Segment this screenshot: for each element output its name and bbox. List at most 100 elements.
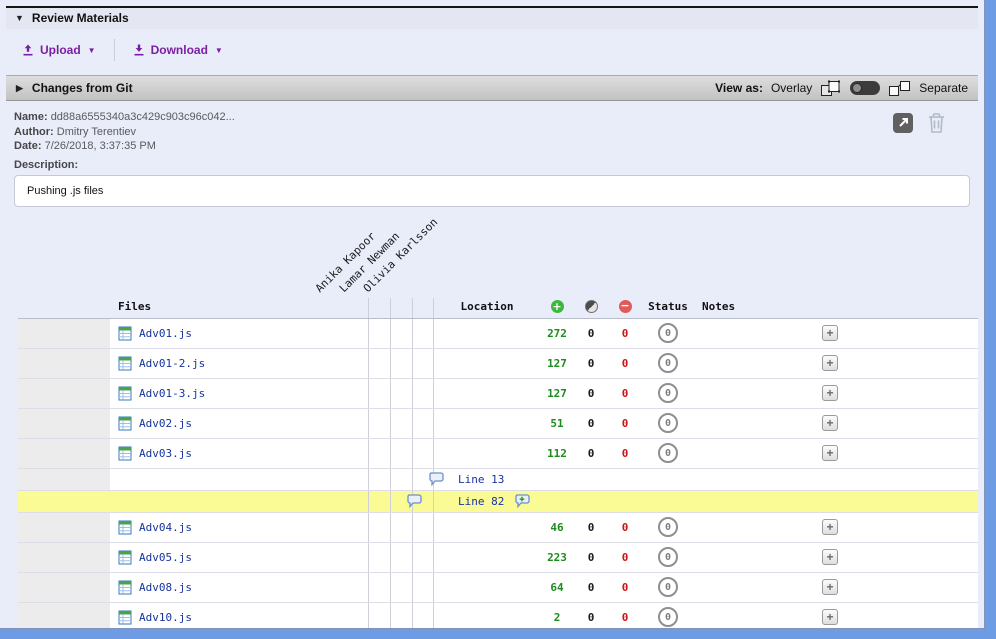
changes-table: Files Location + − Status Notes Adv01.js… <box>18 299 978 629</box>
file-row[interactable]: Adv08.js64000+ <box>18 573 978 603</box>
status-badge: 0 <box>658 517 678 537</box>
location-link[interactable]: Line 13 <box>458 473 504 486</box>
row-gutter <box>18 409 110 438</box>
reviewer-cell-3 <box>412 319 434 348</box>
reviewer-cell-3 <box>412 513 434 542</box>
overlay-view-icon[interactable] <box>820 80 842 97</box>
file-name-cell[interactable]: Adv02.js <box>110 409 368 438</box>
view-separate-option[interactable]: Separate <box>919 81 968 95</box>
file-name-link[interactable]: Adv01-3.js <box>139 387 205 400</box>
file-row[interactable]: Adv01-2.js127000+ <box>18 349 978 379</box>
status-badge: 0 <box>658 353 678 373</box>
toggle-knob <box>852 83 862 93</box>
file-name-cell[interactable]: Adv10.js <box>110 603 368 629</box>
add-note-button[interactable]: + <box>822 445 838 461</box>
added-count: 46 <box>550 521 563 534</box>
comment-row[interactable]: Line 82 <box>18 491 978 513</box>
reviewer-cell-2 <box>390 379 412 408</box>
reviewer-cell-3 <box>412 379 434 408</box>
file-icon <box>118 326 132 341</box>
file-name-link[interactable]: Adv08.js <box>139 581 192 594</box>
file-name-cell[interactable]: Adv08.js <box>110 573 368 602</box>
table-header-row: Files Location + − Status Notes <box>18 299 978 319</box>
added-count: 127 <box>547 357 567 370</box>
file-name-cell <box>110 491 368 512</box>
file-name-cell[interactable]: Adv05.js <box>110 543 368 572</box>
file-name-cell[interactable]: Adv01.js <box>110 319 368 348</box>
modified-count: 0 <box>588 447 595 460</box>
add-note-button[interactable]: + <box>822 609 838 625</box>
file-name-link[interactable]: Adv01.js <box>139 327 192 340</box>
file-icon <box>118 610 132 625</box>
comment-row[interactable]: Line 13 <box>18 469 978 491</box>
row-gutter <box>18 439 110 468</box>
modified-column-header <box>574 298 608 318</box>
file-icon <box>118 446 132 461</box>
add-note-button[interactable]: + <box>822 415 838 431</box>
upload-icon <box>22 44 34 56</box>
removed-count: 0 <box>622 551 629 564</box>
add-comment-bubble-icon[interactable] <box>514 494 531 509</box>
file-row[interactable]: Adv03.js112000+ <box>18 439 978 469</box>
delete-trash-button[interactable] <box>927 112 946 134</box>
download-button[interactable]: Download ▼ <box>123 39 233 61</box>
view-overlay-option[interactable]: Overlay <box>771 81 812 95</box>
location-cell[interactable]: Line 82 <box>434 491 540 512</box>
review-materials-panel: ▼ Review Materials Upload ▼ Download ▼ <box>0 0 985 629</box>
location-cell[interactable]: Line 13 <box>434 469 540 490</box>
file-name-link[interactable]: Adv03.js <box>139 447 192 460</box>
reviewer-column-2 <box>390 298 412 318</box>
file-row[interactable]: Adv10.js2000+ <box>18 603 978 629</box>
add-note-button[interactable]: + <box>822 385 838 401</box>
status-badge: 0 <box>658 547 678 567</box>
file-icon <box>118 356 132 371</box>
separate-view-icon[interactable] <box>888 80 911 97</box>
added-count: 2 <box>554 611 561 624</box>
file-row[interactable]: Adv01.js272000+ <box>18 319 978 349</box>
comment-bubble-icon[interactable] <box>428 472 445 492</box>
removed-count: 0 <box>622 387 629 400</box>
add-note-button[interactable]: + <box>822 579 838 595</box>
added-count: 127 <box>547 387 567 400</box>
file-name-cell[interactable]: Adv01-3.js <box>110 379 368 408</box>
file-name-cell[interactable]: Adv04.js <box>110 513 368 542</box>
file-name-link[interactable]: Adv02.js <box>139 417 192 430</box>
comment-bubble-icon[interactable] <box>406 494 423 514</box>
file-name-cell[interactable]: Adv03.js <box>110 439 368 468</box>
added-count: 112 <box>547 447 567 460</box>
caret-down-icon: ▼ <box>215 46 223 55</box>
removed-count: 0 <box>622 581 629 594</box>
status-badge: 0 <box>658 443 678 463</box>
upload-button[interactable]: Upload ▼ <box>12 39 106 61</box>
file-name-link[interactable]: Adv04.js <box>139 521 192 534</box>
file-icon <box>118 580 132 595</box>
changes-from-git-header[interactable]: ▶ Changes from Git View as: Overlay Sepa… <box>6 75 978 101</box>
location-cell <box>434 379 540 408</box>
added-count: 272 <box>547 327 567 340</box>
file-icon <box>118 550 132 565</box>
removed-count: 0 <box>622 521 629 534</box>
panel-title: Review Materials <box>32 11 129 25</box>
add-note-button[interactable]: + <box>822 325 838 341</box>
reviewer-cell-2 <box>390 349 412 378</box>
file-row[interactable]: Adv04.js46000+ <box>18 513 978 543</box>
file-row[interactable]: Adv01-3.js127000+ <box>18 379 978 409</box>
file-row[interactable]: Adv05.js223000+ <box>18 543 978 573</box>
file-row[interactable]: Adv02.js51000+ <box>18 409 978 439</box>
location-link[interactable]: Line 82 <box>458 495 504 508</box>
add-note-button[interactable]: + <box>822 355 838 371</box>
add-note-button[interactable]: + <box>822 519 838 535</box>
view-mode-toggle[interactable] <box>850 81 880 95</box>
reviewer-cell-2 <box>390 603 412 629</box>
add-note-button[interactable]: + <box>822 549 838 565</box>
file-name-link[interactable]: Adv01-2.js <box>139 357 205 370</box>
file-name-link[interactable]: Adv10.js <box>139 611 192 624</box>
reviewer-cell-1 <box>368 349 390 378</box>
column-header-location: Location <box>434 298 540 318</box>
modified-count: 0 <box>588 551 595 564</box>
open-external-button[interactable] <box>892 112 914 134</box>
file-name-cell[interactable]: Adv01-2.js <box>110 349 368 378</box>
description-input[interactable] <box>14 175 970 207</box>
review-materials-header[interactable]: ▼ Review Materials <box>6 8 978 29</box>
file-name-link[interactable]: Adv05.js <box>139 551 192 564</box>
